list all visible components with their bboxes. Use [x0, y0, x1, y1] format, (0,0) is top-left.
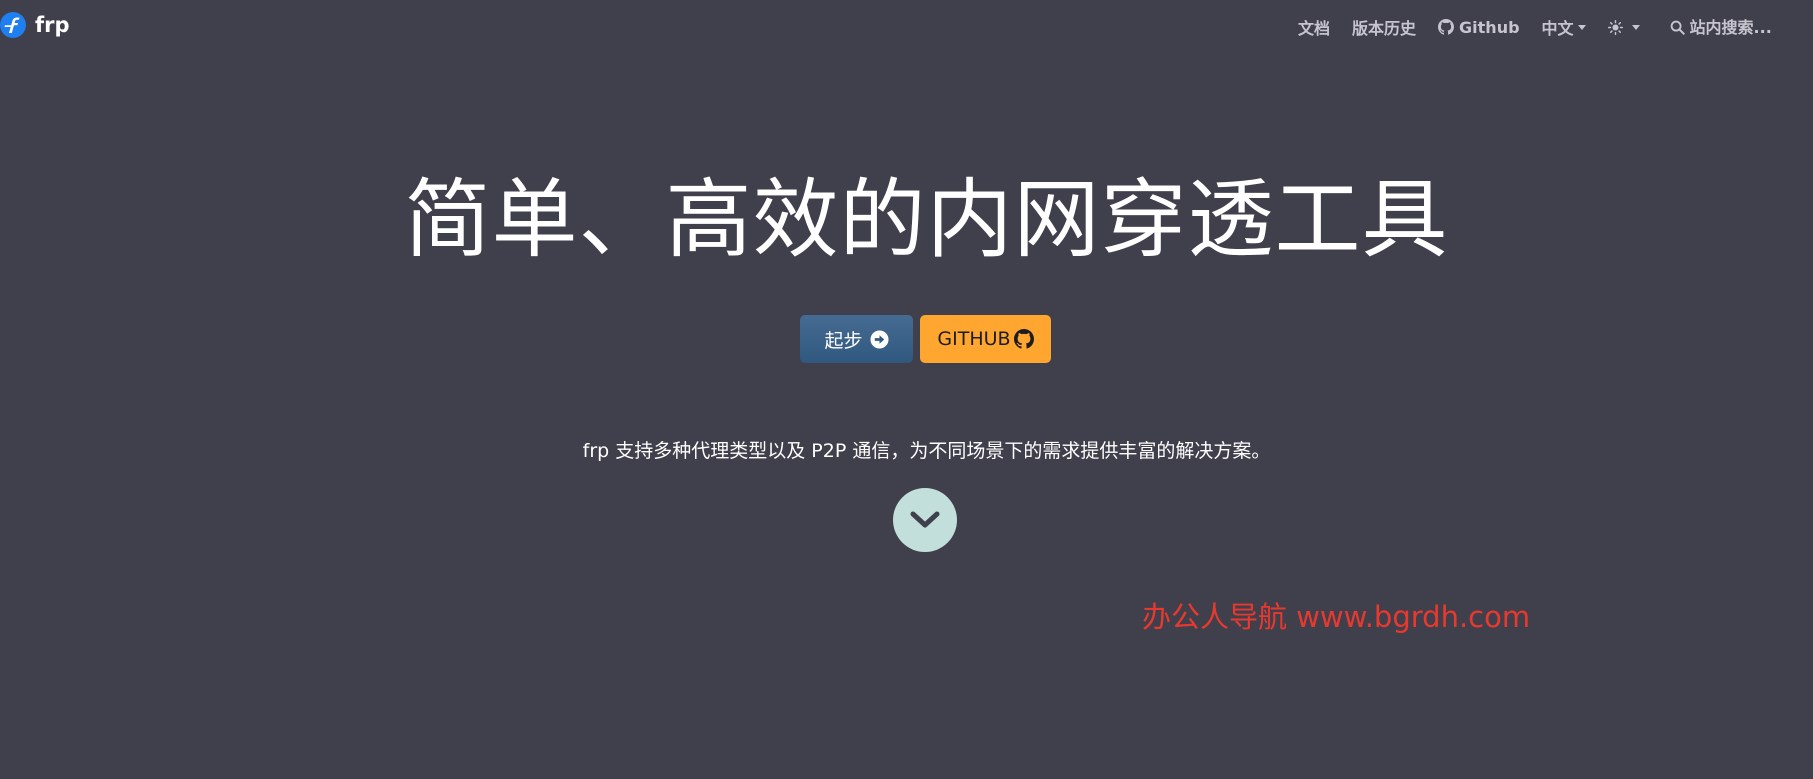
nav-link-docs-label: 文档: [1298, 19, 1331, 38]
brand-link[interactable]: frp: [0, 12, 70, 38]
github-button-label: GITHUB: [937, 328, 1011, 350]
page-title: 简单、高效的内网穿透工具: [404, 170, 1449, 270]
sun-icon: [1607, 19, 1623, 35]
search-input[interactable]: [1689, 17, 1802, 37]
language-dropdown-label: 中文: [1541, 19, 1574, 38]
cta-buttons: 起步 GITHUB: [800, 315, 1051, 363]
navbar: frp 文档 版本历史 Github 中文: [0, 0, 1813, 54]
frp-logo-icon: [0, 12, 26, 38]
get-started-label: 起步: [824, 329, 863, 352]
nav-link-github[interactable]: Github: [1438, 18, 1520, 37]
github-icon: [1013, 329, 1034, 349]
nav-link-docs[interactable]: 文档: [1298, 15, 1330, 39]
language-dropdown[interactable]: 中文: [1542, 15, 1586, 39]
watermark-text: 办公人导航 www.bgrdh.com: [1142, 600, 1531, 634]
chevron-down-icon: [1577, 24, 1586, 30]
lead-text: frp 支持多种代理类型以及 P2P 通信，为不同场景下的需求提供丰富的解决方案…: [582, 440, 1271, 462]
brand-name: frp: [35, 13, 70, 37]
scroll-down-button[interactable]: [893, 488, 957, 552]
theme-chevron-down-icon: [1631, 24, 1640, 30]
page: frp 文档 版本历史 Github 中文 站内搜索... 简单、高效的内网穿透…: [0, 0, 1813, 779]
theme-toggle[interactable]: [1607, 19, 1640, 35]
github-button[interactable]: GITHUB: [920, 315, 1051, 363]
nav-links: 文档 版本历史 Github 中文: [1298, 16, 1802, 38]
nav-link-releases[interactable]: 版本历史: [1352, 15, 1416, 39]
get-started-button[interactable]: 起步: [800, 315, 913, 363]
search-box[interactable]: [1670, 17, 1802, 37]
nav-link-releases-label: 版本历史: [1352, 19, 1417, 38]
search-icon: [1670, 20, 1685, 35]
arrow-circle-right-icon: [869, 329, 889, 349]
nav-link-github-label: Github: [1459, 17, 1520, 37]
github-icon: [1438, 19, 1455, 35]
chevron-down-icon: [910, 511, 940, 528]
